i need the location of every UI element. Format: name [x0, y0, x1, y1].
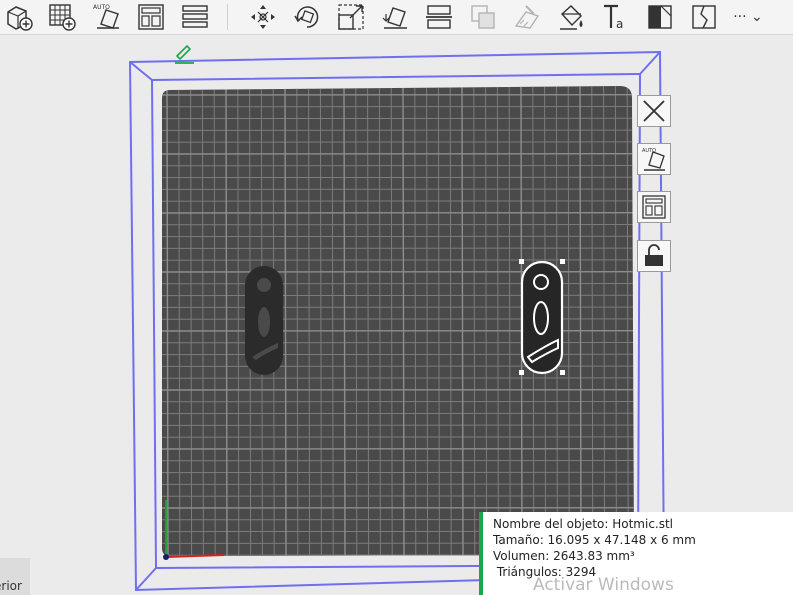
cube-plus-icon — [7, 5, 33, 31]
grid-line-vertical — [579, 86, 582, 556]
lock-open-icon — [645, 244, 663, 266]
plate-arrange-button[interactable] — [637, 191, 671, 223]
seam-icon — [692, 4, 716, 29]
lay-on-face-button[interactable] — [378, 0, 412, 33]
object-volume-text: Volumen: 2643.83 mm³ — [493, 549, 635, 563]
more-tools-button[interactable]: ··· ⌄ — [726, 0, 770, 33]
view-tab-label: erior — [0, 579, 22, 593]
move-button[interactable] — [246, 0, 280, 33]
toolbar: AUTO a ··· ⌄ — [0, 0, 793, 35]
arrange-button[interactable] — [134, 0, 168, 33]
toolbar-separator — [227, 4, 228, 30]
text-icon: a — [604, 4, 623, 31]
model-hotmic-selected[interactable] — [519, 259, 565, 375]
grid-line-vertical — [343, 86, 346, 556]
add-plate-button[interactable] — [45, 0, 79, 33]
rotate-icon — [294, 5, 319, 28]
view-tab-fragment[interactable]: erior — [0, 558, 30, 595]
auto-orient-icon: AUTO — [642, 148, 665, 171]
split-button[interactable] — [178, 0, 212, 33]
arrange-icon — [138, 3, 164, 30]
grid-line-vertical — [461, 86, 464, 556]
object-size-text: Tamaño: 16.095 x 47.148 x 6 mm — [493, 533, 696, 547]
activation-watermark: Activar Windows — [533, 575, 674, 595]
auto-orient-icon: AUTO — [93, 4, 119, 29]
support-paint-icon — [514, 4, 540, 29]
move-arrows-icon — [251, 4, 275, 29]
auto-orient-button[interactable]: AUTO — [90, 0, 124, 33]
layers-icon — [182, 4, 208, 28]
scale-icon — [338, 3, 364, 30]
scale-button[interactable] — [334, 0, 368, 33]
cut-button[interactable] — [422, 0, 456, 33]
build-plate — [162, 86, 634, 556]
boolean-button[interactable] — [466, 0, 500, 33]
close-plate-button[interactable] — [637, 95, 671, 127]
seam-button[interactable] — [687, 0, 721, 33]
lay-on-face-icon — [382, 6, 407, 29]
plate-lock-button[interactable] — [637, 240, 671, 272]
paint-bucket-icon — [560, 4, 583, 30]
object-name-text: Nombre del objeto: Hotmic.stl — [493, 517, 674, 531]
boolean-icon — [471, 4, 495, 29]
grid-line-vertical — [402, 86, 405, 556]
rotate-button[interactable] — [290, 0, 324, 33]
plate-auto-orient-button[interactable]: AUTO — [637, 143, 671, 175]
svg-text:a: a — [616, 17, 623, 31]
color-paint-button[interactable] — [555, 0, 589, 33]
support-paint-button[interactable] — [510, 0, 544, 33]
grid-plus-icon — [49, 3, 76, 31]
text-button[interactable]: a — [599, 0, 633, 33]
grid-line-vertical — [284, 86, 287, 556]
close-icon — [643, 100, 665, 122]
viewport[interactable] — [0, 35, 793, 595]
plate-auto-label: AUTO — [642, 148, 656, 154]
measure-button[interactable] — [643, 0, 677, 33]
cut-icon — [426, 4, 452, 29]
arrange-icon — [642, 195, 666, 219]
model-hotmic-unselected[interactable] — [245, 266, 283, 375]
add-object-button[interactable] — [2, 0, 36, 33]
measure-icon — [648, 4, 672, 29]
